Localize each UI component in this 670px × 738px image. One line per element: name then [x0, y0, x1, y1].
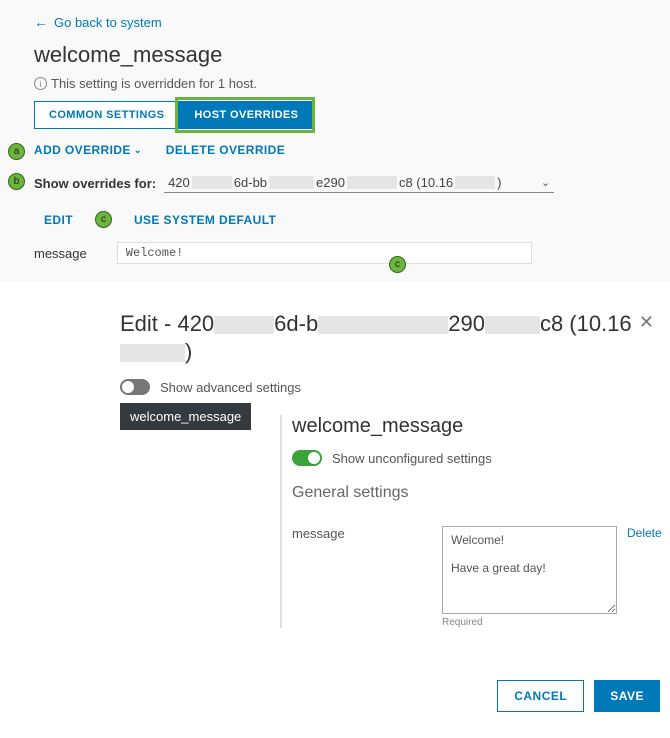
override-note-text: This setting is overridden for 1 host. [51, 76, 257, 91]
modal-body-title: welcome_message [292, 415, 670, 438]
redacted [485, 316, 540, 334]
message-label: message [34, 246, 87, 261]
delete-override-button[interactable]: DELETE OVERRIDE [166, 143, 285, 157]
modal-body: welcome_message Show unconfigured settin… [280, 415, 670, 628]
override-host-select[interactable]: 420 6d-bb e290 c8 (10.16 ) ⌄ [164, 173, 554, 193]
callout-a: a [8, 143, 25, 160]
advanced-settings-toggle[interactable] [120, 379, 150, 395]
advanced-toggle-label: Show advanced settings [160, 380, 301, 395]
modal-title: Edit - 420 6d-b 290 c8 (10.16) [120, 310, 637, 365]
unconfigured-toggle-row: Show unconfigured settings [292, 450, 670, 466]
required-hint: Required [442, 617, 670, 628]
info-icon: i [34, 77, 47, 90]
redacted [269, 176, 314, 189]
message-edit-label: message [292, 526, 432, 541]
save-button[interactable]: SAVE [594, 680, 660, 712]
message-textarea[interactable] [442, 526, 617, 614]
add-override-button[interactable]: ADD OVERRIDE ⌄ [34, 143, 142, 157]
filter-row: b Show overrides for: 420 6d-bb e290 c8 … [34, 173, 646, 193]
back-link-label: Go back to system [54, 15, 162, 30]
message-field-row: message Welcome! c [34, 242, 646, 282]
redacted [347, 176, 397, 189]
mt-p1: 6d-b [274, 311, 318, 336]
redacted [192, 176, 232, 189]
callout-c: c [95, 211, 112, 228]
filter-label: Show overrides for: [34, 176, 156, 191]
sel-p3: c8 (10.16 [399, 175, 453, 190]
chevron-down-icon: ⌄ [541, 176, 550, 189]
use-system-default-button[interactable]: USE SYSTEM DEFAULT [134, 213, 276, 227]
override-actions: a ADD OVERRIDE ⌄ DELETE OVERRIDE [34, 143, 646, 157]
mt-p4: ) [185, 339, 192, 364]
add-override-label: ADD OVERRIDE [34, 143, 131, 157]
tab-group: COMMON SETTINGS HOST OVERRIDES [34, 101, 313, 129]
tab-common-settings[interactable]: COMMON SETTINGS [34, 101, 179, 129]
unconfigured-settings-toggle[interactable] [292, 450, 322, 466]
redacted [214, 316, 274, 334]
general-settings-heading: General settings [292, 484, 670, 502]
page-title: welcome_message [34, 42, 646, 68]
override-note: i This setting is overridden for 1 host. [34, 76, 646, 91]
redacted [455, 176, 495, 189]
message-value: Welcome! [117, 242, 532, 264]
message-edit-row: message Delete [292, 526, 670, 614]
close-icon[interactable]: ✕ [637, 310, 656, 335]
sel-p4: ) [497, 175, 501, 190]
tab-host-overrides[interactable]: HOST OVERRIDES [179, 101, 313, 129]
callout-b: b [8, 173, 25, 190]
sel-p0: 420 [168, 175, 190, 190]
mt-p3: c8 (10.16 [540, 311, 632, 336]
redacted [318, 316, 448, 334]
delete-link[interactable]: Delete [627, 526, 662, 540]
sel-p1: 6d-bb [234, 175, 267, 190]
callout-c2: c [389, 256, 406, 273]
edit-actions: EDIT c USE SYSTEM DEFAULT [34, 211, 646, 228]
mt-p0: Edit - 420 [120, 311, 214, 336]
advanced-toggle-row: Show advanced settings [120, 373, 670, 403]
modal-side-tab[interactable]: welcome_message [120, 403, 251, 430]
sel-p2: e290 [316, 175, 345, 190]
unconfigured-toggle-label: Show unconfigured settings [332, 451, 492, 466]
modal-actions: CANCEL SAVE [497, 680, 660, 712]
redacted [120, 344, 185, 362]
arrow-left-icon: ← [34, 14, 48, 30]
mt-p2: 290 [448, 311, 485, 336]
cancel-button[interactable]: CANCEL [497, 680, 584, 712]
chevron-down-icon: ⌄ [134, 145, 142, 156]
edit-modal: Edit - 420 6d-b 290 c8 (10.16) ✕ Show advan… [120, 310, 670, 446]
back-link[interactable]: ← Go back to system [34, 14, 162, 30]
edit-button[interactable]: EDIT [44, 213, 73, 227]
